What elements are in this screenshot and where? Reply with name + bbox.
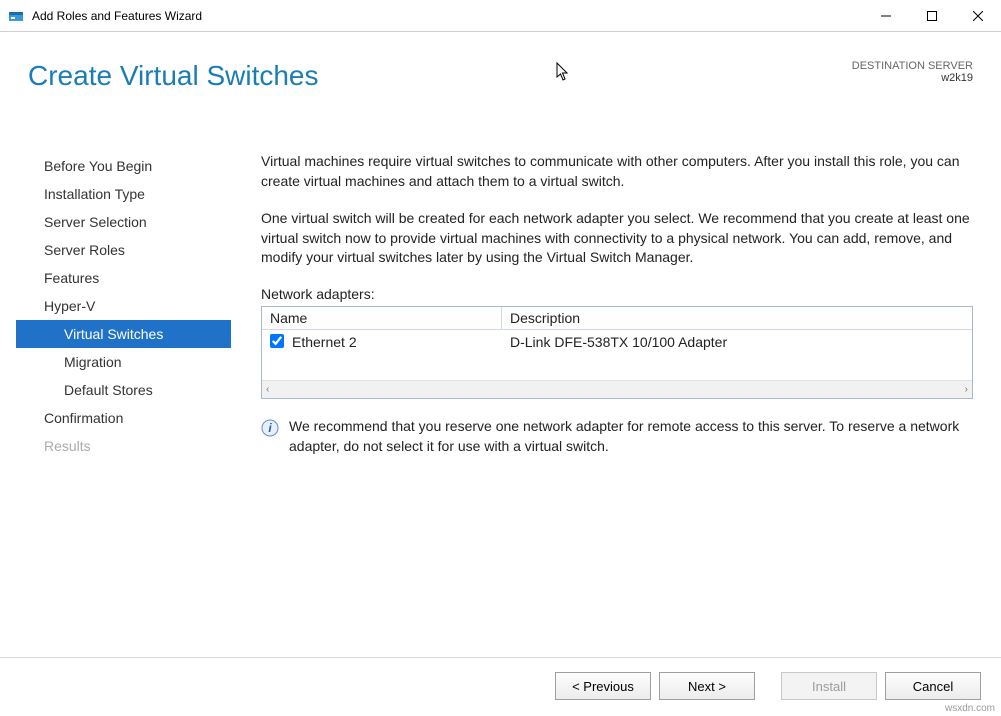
destination-name: w2k19 (852, 72, 973, 84)
window-controls (863, 0, 1001, 31)
nav-item-virtual-switches[interactable]: Virtual Switches (16, 320, 231, 348)
table-body: Ethernet 2D-Link DFE-538TX 10/100 Adapte… (262, 330, 972, 380)
nav-item-features[interactable]: Features (16, 264, 231, 292)
table-row[interactable]: Ethernet 2D-Link DFE-538TX 10/100 Adapte… (262, 330, 972, 355)
intro-para-1: Virtual machines require virtual switche… (261, 152, 973, 191)
minimize-button[interactable] (863, 0, 909, 31)
previous-button[interactable]: < Previous (555, 672, 651, 700)
nav-item-migration[interactable]: Migration (16, 348, 231, 376)
table-header: Name Description (262, 307, 972, 330)
nav-item-hyper-v[interactable]: Hyper-V (16, 292, 231, 320)
install-button[interactable]: Install (781, 672, 877, 700)
next-button[interactable]: Next > (659, 672, 755, 700)
wizard-footer: < Previous Next > Install Cancel (0, 657, 1001, 700)
adapter-checkbox[interactable] (270, 334, 284, 348)
column-name[interactable]: Name (262, 307, 502, 329)
horizontal-scrollbar[interactable]: ‹ › (262, 380, 972, 398)
adapters-label: Network adapters: (261, 286, 973, 302)
nav-item-server-selection[interactable]: Server Selection (16, 208, 231, 236)
cancel-button[interactable]: Cancel (885, 672, 981, 700)
header: Create Virtual Switches DESTINATION SERV… (0, 32, 1001, 137)
nav-item-default-stores[interactable]: Default Stores (16, 376, 231, 404)
main-content: Virtual machines require virtual switche… (231, 137, 985, 637)
maximize-button[interactable] (909, 0, 955, 31)
adapters-table: Name Description Ethernet 2D-Link DFE-53… (261, 306, 973, 399)
title-bar: Add Roles and Features Wizard (0, 0, 1001, 32)
info-text: We recommend that you reserve one networ… (289, 417, 973, 456)
adapter-description: D-Link DFE-538TX 10/100 Adapter (510, 334, 964, 350)
destination-label: DESTINATION SERVER (852, 60, 973, 72)
nav-item-server-roles[interactable]: Server Roles (16, 236, 231, 264)
scroll-right-icon[interactable]: › (965, 384, 968, 395)
adapter-name: Ethernet 2 (292, 334, 510, 350)
nav-item-installation-type[interactable]: Installation Type (16, 180, 231, 208)
column-description[interactable]: Description (502, 307, 972, 329)
wizard-nav: Before You BeginInstallation TypeServer … (16, 137, 231, 637)
window-title: Add Roles and Features Wizard (32, 9, 863, 23)
nav-item-before-you-begin[interactable]: Before You Begin (16, 152, 231, 180)
info-icon: i (261, 419, 279, 437)
nav-item-results: Results (16, 432, 231, 460)
page-title: Create Virtual Switches (28, 60, 973, 92)
scroll-left-icon[interactable]: ‹ (266, 384, 269, 395)
destination-block: DESTINATION SERVER w2k19 (852, 60, 973, 84)
watermark: wsxdn.com (945, 703, 995, 714)
info-note: i We recommend that you reserve one netw… (261, 417, 973, 456)
close-button[interactable] (955, 0, 1001, 31)
intro-para-2: One virtual switch will be created for e… (261, 209, 973, 268)
app-icon (8, 8, 24, 24)
nav-item-confirmation[interactable]: Confirmation (16, 404, 231, 432)
